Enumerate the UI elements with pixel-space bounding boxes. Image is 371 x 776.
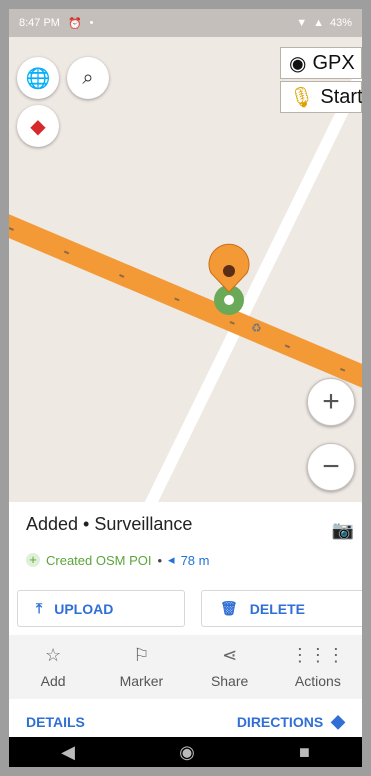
dot-icon: • (89, 17, 94, 29)
status-time: 8:47 PM (19, 17, 60, 29)
globe-icon[interactable]: 🌐 (17, 57, 59, 99)
actions-button[interactable]: ⋮⋮⋮ Actions (274, 635, 362, 699)
poi-status: Created OSM POI (46, 552, 152, 568)
alarm-icon: ⏰ (67, 17, 82, 30)
compass-icon[interactable]: ◆ (17, 105, 59, 147)
app-frame: 8:47 PM ⏰ • ▼ ▲ 43% ♻ 🌐 ⌕ ◆ ◉ GPX � (9, 9, 362, 767)
grid-icon: ⋮⋮⋮ (290, 645, 345, 665)
wifi-icon: ▼ (296, 17, 308, 29)
share-label: Share (210, 673, 249, 689)
upload-label: UPLOAD (54, 600, 114, 617)
directions-label: DIRECTIONS (236, 713, 324, 730)
marker-button[interactable]: ⚐ Marker (97, 635, 185, 699)
camera-icon: 📷 (331, 520, 354, 540)
plus-icon: + (26, 553, 40, 567)
poi-center-icon (224, 295, 234, 305)
meta-separator: • (157, 552, 163, 568)
system-nav-bar: ◀ ◉ ■ (9, 737, 362, 767)
poi-meta: + Created OSM POI • ◂ 78 m (26, 552, 209, 568)
zoom-in-button[interactable]: + (307, 378, 355, 426)
trash-icon: 🗑 (220, 600, 238, 616)
share-icon: ⋖ (222, 645, 238, 665)
map-view[interactable]: ♻ 🌐 ⌕ ◆ ◉ GPX 🎙 Start + − (9, 37, 362, 502)
flag-icon: ⚐ (133, 645, 150, 665)
directions-icon: ◆ (331, 711, 345, 731)
marker-dot-icon (223, 265, 235, 277)
recents-icon[interactable]: ■ (299, 742, 310, 763)
status-bar: 8:47 PM ⏰ • ▼ ▲ 43% (9, 9, 362, 37)
zoom-out-icon: − (322, 450, 340, 483)
action-bar: ☆ Add ⚐ Marker ⋖ Share ⋮⋮⋮ Actions (9, 635, 362, 699)
delete-button[interactable]: 🗑 DELETE (201, 590, 362, 627)
gpx-button[interactable]: ◉ GPX (280, 47, 362, 79)
upload-button[interactable]: ⤒ UPLOAD (17, 590, 185, 627)
zoom-in-icon: + (322, 385, 340, 418)
delete-label: DELETE (249, 600, 306, 617)
marker-label: Marker (119, 673, 164, 689)
add-button[interactable]: ☆ Add (9, 635, 97, 699)
upload-icon: ⤒ (36, 600, 43, 616)
share-button[interactable]: ⋖ Share (186, 635, 274, 699)
main-road (9, 214, 362, 388)
battery-level: 43% (329, 17, 352, 29)
zoom-out-button[interactable]: − (307, 443, 355, 491)
start-button[interactable]: 🎙 Start (280, 81, 362, 113)
add-label: Add (40, 673, 66, 689)
actions-label: Actions (294, 673, 341, 689)
directions-button[interactable]: DIRECTIONS ◆ (237, 711, 345, 732)
microphone-icon: 🎙 (289, 86, 315, 109)
search-icon[interactable]: ⌕ (67, 57, 109, 99)
star-icon: ☆ (45, 645, 62, 665)
direction-icon: ◂ (168, 552, 175, 567)
poi-details-panel: Added • Surveillance 📷 + Created OSM POI… (9, 502, 362, 766)
details-button[interactable]: DETAILS (26, 714, 85, 730)
signal-icon: ▲ (313, 17, 324, 29)
poi-title: Added • Surveillance (26, 514, 193, 534)
gpx-label: GPX (312, 51, 355, 74)
recycle-icon: ♻ (251, 321, 262, 335)
back-icon[interactable]: ◀ (61, 742, 75, 763)
record-icon: ◉ (289, 52, 307, 75)
start-label: Start (320, 85, 362, 108)
poi-distance: 78 m (180, 552, 210, 568)
home-icon[interactable]: ◉ (179, 742, 195, 763)
